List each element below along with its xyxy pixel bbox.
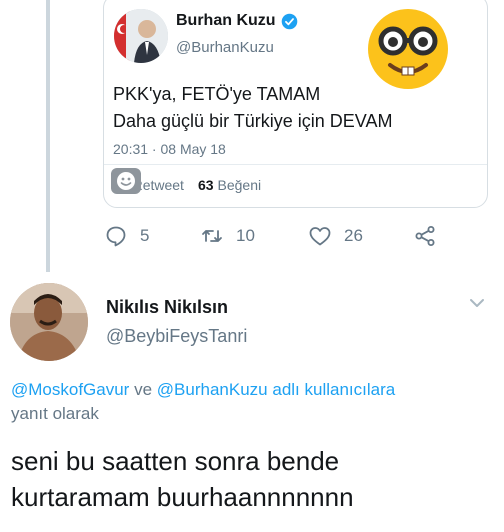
quoted-author-handle[interactable]: @BurhanKuzu <box>176 39 274 56</box>
reply-author-avatar[interactable] <box>10 283 88 361</box>
tweet-action-bar: 5 10 26 <box>100 224 480 254</box>
reply-context: @MoskofGavur ve @BurhanKuzu adlı kullanı… <box>11 378 495 426</box>
share-button[interactable] <box>413 224 437 248</box>
quoted-tweet-divider <box>104 164 487 165</box>
quoted-tweet-line-2: Daha güçlü bir Türkiye için DEVAM <box>113 111 393 131</box>
thread-line <box>46 0 50 272</box>
quoted-tweet-line-1: PKK'ya, FETÖ'ye TAMAM <box>113 84 321 104</box>
reply-author-handle[interactable]: @BeybiFeysTanri <box>106 326 247 347</box>
mention-link-1[interactable]: @MoskofGavur <box>11 380 129 399</box>
like-button[interactable]: 26 <box>308 224 363 248</box>
retweet-count: 10 <box>236 226 255 245</box>
reply-author-name[interactable]: Nikılıs Nikılsın <box>106 297 228 318</box>
like-count: 26 <box>344 226 363 245</box>
smiley-icon <box>111 168 141 194</box>
reply-context-and: ve <box>134 380 153 399</box>
quoted-tweet-timestamp[interactable]: 20:31 · 08 May 18 <box>113 141 226 157</box>
verified-badge-icon <box>281 13 297 29</box>
reply-text-line-1: seni bu saatten sonra bende <box>11 446 340 476</box>
quoted-tweet-text: PKK'ya, FETÖ'ye TAMAM Daha güçlü bir Tür… <box>113 81 392 135</box>
retweet-icon <box>202 230 222 242</box>
likes-label[interactable]: Beğeni <box>218 177 262 193</box>
reply-count: 5 <box>140 226 150 245</box>
reply-context-line-2: yanıt olarak <box>11 404 99 423</box>
reply-button[interactable]: 5 <box>104 224 149 248</box>
retweet-button[interactable]: 10 <box>200 224 255 248</box>
quoted-author-name-row[interactable]: Burhan Kuzu <box>176 12 298 30</box>
quoted-author-name[interactable]: Burhan Kuzu <box>176 12 276 30</box>
chevron-down-icon[interactable] <box>468 296 486 310</box>
mention-link-2[interactable]: @BurhanKuzu <box>157 380 268 399</box>
reply-icon <box>106 226 126 247</box>
quoted-tweet-card[interactable]: Burhan Kuzu @BurhanKuzu PKK'ya, FETÖ'ye … <box>103 0 488 208</box>
reply-context-line-1: @MoskofGavur ve @BurhanKuzu adlı kullanı… <box>11 378 495 402</box>
share-icon <box>415 226 435 246</box>
quoted-author-avatar[interactable] <box>114 9 168 63</box>
nerd-face-icon <box>368 9 448 89</box>
reply-context-suffix[interactable]: adlı kullanıcılara <box>272 380 395 399</box>
reply-text-line-2: kurtaramam buurhaannnnnnn <box>11 482 354 512</box>
likes-count[interactable]: 63 <box>198 177 214 193</box>
reply-tweet-text: seni bu saatten sonra bende kurtaramam b… <box>11 443 501 515</box>
heart-icon <box>309 227 331 246</box>
